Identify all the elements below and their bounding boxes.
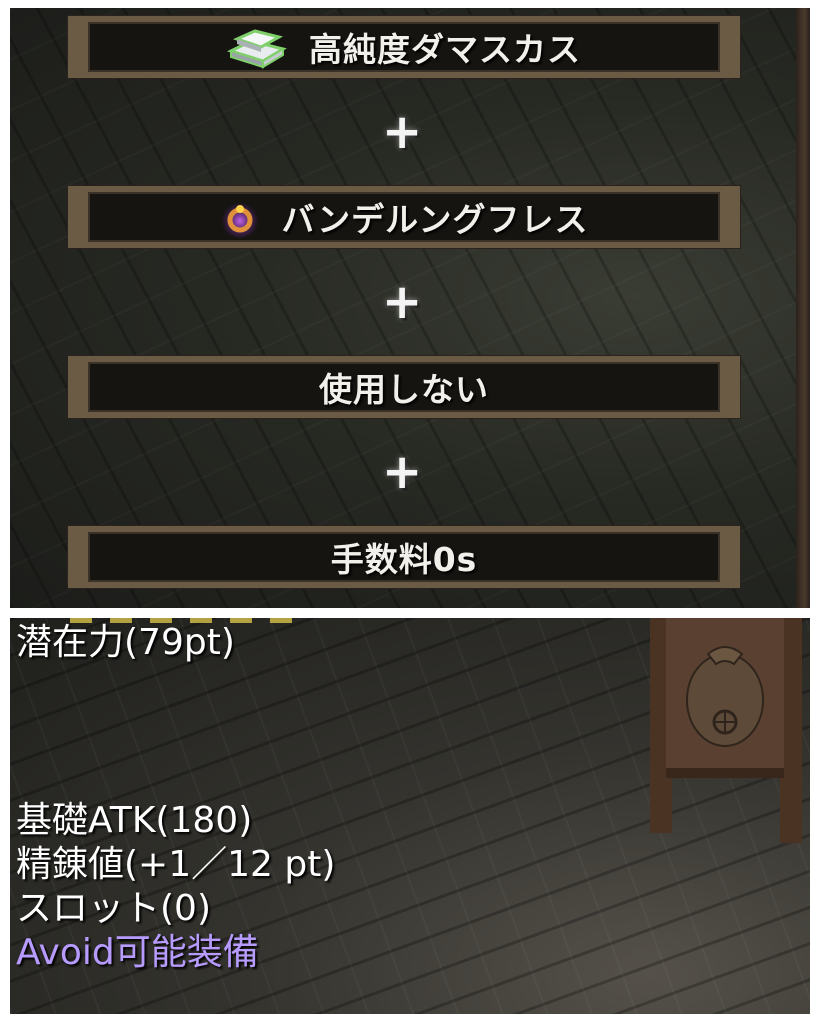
plus-icon: +	[382, 274, 423, 330]
ingot-icon	[227, 25, 287, 69]
signboard-stand	[650, 618, 802, 843]
potential-stat: 潜在力(79pt)	[16, 622, 235, 663]
image-divider	[0, 608, 819, 618]
material-slot-1-label: 高純度ダマスカス	[309, 30, 581, 69]
synthesis-panel: 高純度ダマスカス + バンデルングフレス + 使用しない + 手数料0s	[10, 8, 810, 608]
slot-count-stat: スロット(0)	[16, 888, 211, 929]
item-stats-panel: 潜在力(79pt) 基礎ATK(180) 精錬値(+1／12 pt) スロット(…	[10, 618, 810, 1014]
fee-display: 手数料0s	[68, 526, 740, 588]
refine-stat: 精錬値(+1／12 pt)	[16, 844, 336, 885]
material-slot-3[interactable]: 使用しない	[68, 356, 740, 418]
plus-icon: +	[382, 104, 423, 160]
base-atk-stat: 基礎ATK(180)	[16, 800, 253, 841]
material-slot-1[interactable]: 高純度ダマスカス	[68, 16, 740, 78]
plus-icon: +	[382, 444, 423, 500]
avoid-equipment-note: Avoid可能装備	[16, 932, 259, 973]
fee-label: 手数料0s	[330, 540, 478, 579]
material-slot-2-label: バンデルングフレス	[281, 200, 589, 239]
material-slot-3-label: 使用しない	[319, 370, 489, 409]
ring-icon	[220, 195, 260, 239]
material-slot-2[interactable]: バンデルングフレス	[68, 186, 740, 248]
panel-frame	[796, 8, 810, 608]
